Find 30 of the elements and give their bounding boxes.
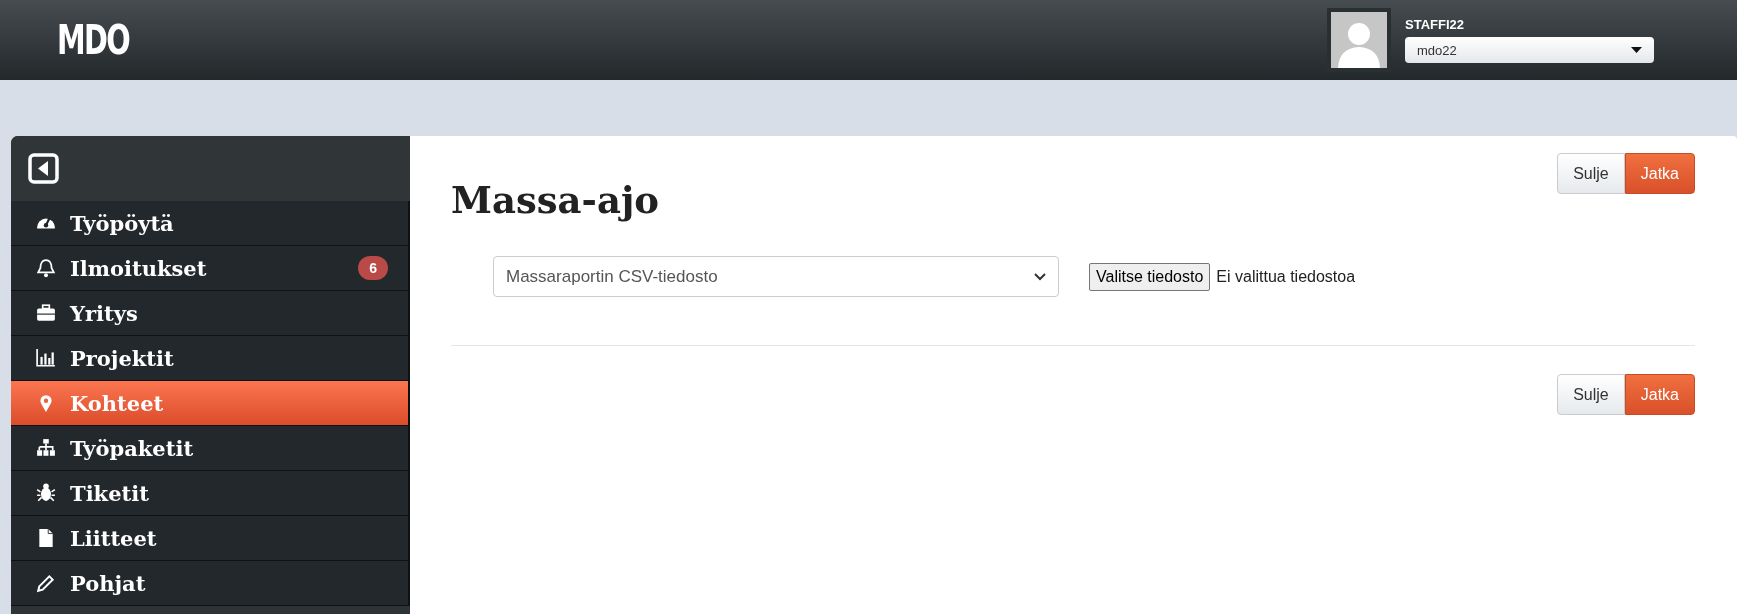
sidebar-item[interactable]: Liitteet: [11, 516, 410, 561]
sidebar-item[interactable]: Työpaketit: [11, 426, 410, 471]
collapse-sidebar-icon[interactable]: [28, 153, 59, 184]
sidebar-item[interactable]: Ilmoitukset 6: [11, 246, 410, 291]
account-dropdown[interactable]: mdo22: [1405, 37, 1654, 63]
bar-chart-icon: [36, 348, 56, 368]
caret-icon: [1631, 47, 1642, 53]
pencil-icon: [36, 573, 56, 593]
bug-icon: [36, 483, 56, 503]
report-type-dropdown[interactable]: Massaraportin CSV-tiedosto: [493, 256, 1059, 297]
count-badge: 6: [358, 256, 388, 280]
sidebar-item[interactable]: Projektit: [11, 336, 410, 381]
sidebar-item[interactable]: Yritys: [11, 291, 410, 336]
close-button[interactable]: Sulje: [1557, 153, 1625, 194]
username: STAFFI22: [1405, 17, 1465, 32]
bell-icon: [36, 258, 56, 278]
page-title: Massa-ajo: [451, 178, 660, 222]
chevron-down-icon: [1034, 272, 1046, 281]
continue-button[interactable]: Jatka: [1624, 374, 1695, 415]
briefcase-icon: [36, 303, 56, 323]
sidebar-item[interactable]: Työpöytä: [11, 201, 410, 246]
choose-file-button[interactable]: Valitse tiedosto: [1089, 262, 1211, 291]
sidebar-item[interactable]: Pohjat: [11, 561, 410, 606]
hierarchy-icon: [36, 438, 56, 458]
document-icon: [36, 528, 56, 548]
file-status: Ei valittua tiedostoa: [1216, 267, 1356, 286]
sidebar-item[interactable]: Tiketit: [11, 471, 410, 516]
close-button[interactable]: Sulje: [1557, 374, 1625, 415]
continue-button[interactable]: Jatka: [1624, 153, 1695, 194]
logo: MDO: [57, 17, 130, 63]
